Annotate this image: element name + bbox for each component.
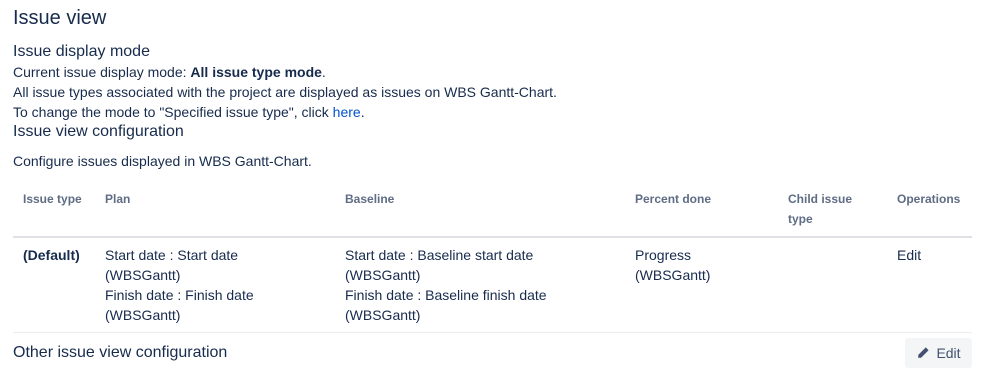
display-mode-description: All issue types associated with the proj… <box>13 84 557 100</box>
cell-issue-type: (Default) <box>23 247 80 263</box>
header-baseline: Baseline <box>345 192 395 206</box>
header-operations: Operations <box>897 192 961 206</box>
view-config-description: Configure issues displayed in WBS Gantt-… <box>13 153 312 169</box>
other-config-edit-button[interactable]: Edit <box>905 338 972 368</box>
current-mode-value: All issue type mode <box>190 64 322 80</box>
change-mode-prefix: To change the mode to "Specified issue t… <box>13 104 333 120</box>
table-bottom-divider <box>13 332 972 333</box>
table-header-divider <box>13 236 972 238</box>
cell-percent-done: Progress (WBSGantt) <box>635 247 711 283</box>
header-percent-done: Percent done <box>635 192 712 206</box>
current-mode-suffix: . <box>321 64 326 80</box>
pencil-icon <box>918 347 930 358</box>
change-mode-line: To change the mode to "Specified issue t… <box>13 102 365 122</box>
cell-plan-finish: Finish date : Finish date (WBSGantt) <box>105 287 254 323</box>
change-mode-here-link[interactable]: here <box>333 104 361 120</box>
cell-baseline-finish: Finish date : Baseline finish date (WBSG… <box>345 287 547 323</box>
cell-plan-start: Start date : Start date (WBSGantt) <box>105 247 239 283</box>
page-title: Issue view <box>13 7 107 29</box>
other-config-edit-label: Edit <box>936 345 961 361</box>
cell-baseline-start: Start date : Baseline start date (WBSGan… <box>345 247 534 283</box>
current-mode-line: Current issue display mode: All issue ty… <box>13 62 326 82</box>
header-child-issue-type: Child issue type <box>788 192 853 226</box>
current-mode-prefix: Current issue display mode: <box>13 64 191 80</box>
change-mode-suffix: . <box>360 104 365 120</box>
display-mode-heading: Issue display mode <box>13 43 150 60</box>
header-plan: Plan <box>105 192 131 206</box>
issue-view-page: Issue view Issue display mode Current is… <box>0 0 985 379</box>
view-config-heading: Issue view configuration <box>13 123 184 140</box>
row-edit-link[interactable]: Edit <box>897 245 921 265</box>
header-issue-type: Issue type <box>23 192 82 206</box>
other-config-heading: Other issue view configuration <box>13 344 228 361</box>
